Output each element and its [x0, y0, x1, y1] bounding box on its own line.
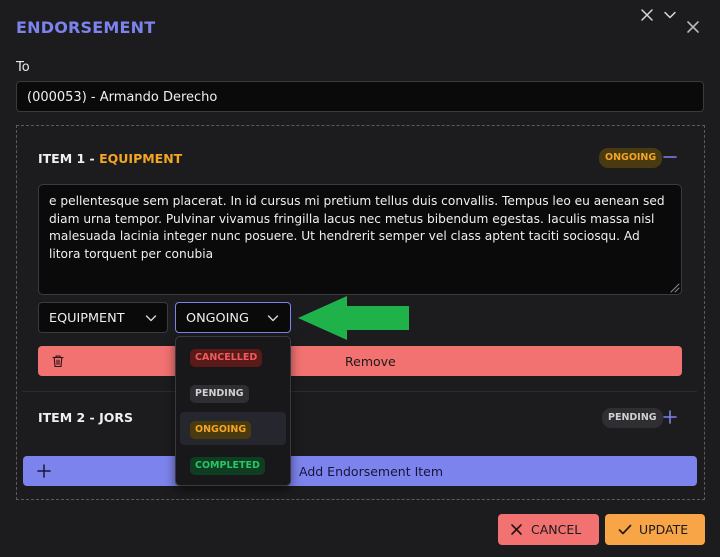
status-dropdown-menu: CANCELLED PENDING ONGOING COMPLETED — [175, 336, 291, 486]
item-1-description[interactable]: e pellentesque sem placerat. In id cursu… — [38, 184, 682, 295]
status-select-value: ONGOING — [186, 311, 249, 326]
close-icon[interactable] — [684, 18, 702, 36]
chevron-down-icon — [145, 315, 157, 322]
remove-label: Remove — [345, 354, 396, 369]
item-2-title: ITEM 2 - JORS — [38, 410, 134, 425]
item-2-status-badge: PENDING — [602, 408, 663, 428]
clear-icon[interactable] — [640, 8, 654, 22]
remove-button[interactable]: Remove — [38, 346, 682, 376]
collapse-icon[interactable] — [663, 150, 677, 164]
status-option-ongoing[interactable]: ONGOING — [180, 412, 286, 445]
to-select[interactable]: (000053) - Armando Derecho — [16, 81, 704, 112]
chevron-down-icon — [267, 315, 279, 322]
status-select[interactable]: ONGOING — [175, 302, 291, 333]
status-option-pending[interactable]: PENDING — [180, 376, 286, 409]
update-label: UPDATE — [639, 522, 689, 537]
green-arrow — [298, 296, 409, 340]
category-select[interactable]: EQUIPMENT — [38, 302, 168, 333]
item-1-status-badge: ONGOING — [599, 148, 663, 168]
status-option-cancelled[interactable]: CANCELLED — [180, 340, 286, 373]
trash-icon — [52, 355, 64, 368]
item-1-title-prefix: ITEM 1 - — [38, 151, 100, 166]
x-icon — [511, 524, 522, 535]
add-endorsement-item-button[interactable]: Add Endorsement Item — [23, 456, 697, 486]
expand-icon[interactable] — [663, 410, 677, 424]
category-select-value: EQUIPMENT — [49, 311, 125, 326]
cancel-label: CANCEL — [531, 522, 582, 537]
status-option-label: ONGOING — [190, 421, 252, 439]
dialog-title: ENDORSEMENT — [16, 18, 156, 37]
to-label: To — [16, 60, 30, 75]
status-option-label: CANCELLED — [190, 349, 263, 367]
add-label: Add Endorsement Item — [299, 464, 444, 479]
update-button[interactable]: UPDATE — [605, 514, 705, 545]
cancel-button[interactable]: CANCEL — [498, 514, 599, 545]
item-divider — [22, 391, 697, 392]
status-option-completed[interactable]: COMPLETED — [180, 448, 286, 481]
item-1-category: EQUIPMENT — [99, 151, 183, 166]
chevron-down-icon[interactable] — [663, 8, 677, 22]
item-1-title: ITEM 1 - EQUIPMENT — [38, 151, 182, 166]
to-value: (000053) - Armando Derecho — [27, 90, 218, 105]
status-option-label: COMPLETED — [190, 457, 265, 475]
plus-icon — [37, 464, 51, 478]
check-icon — [618, 524, 632, 535]
status-option-label: PENDING — [190, 385, 249, 403]
resize-grip-icon[interactable] — [668, 281, 680, 293]
